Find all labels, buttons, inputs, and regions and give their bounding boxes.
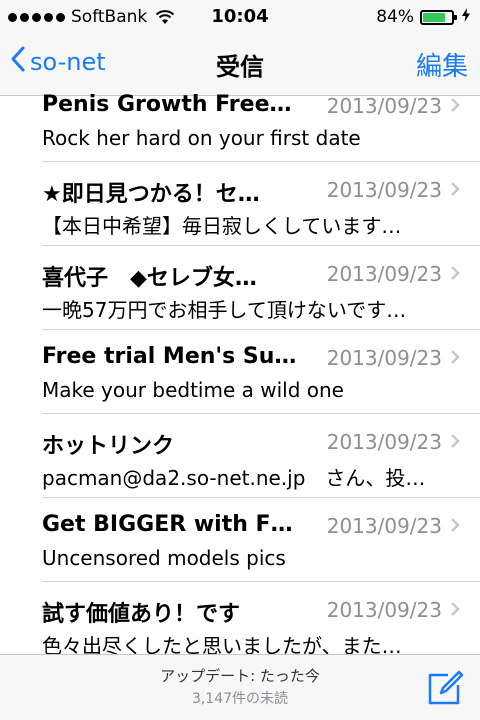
message-sender: Get BIGGER with F… <box>42 512 293 537</box>
battery-percent: 84% <box>376 7 414 27</box>
message-date: 2013/09/23 <box>326 598 442 622</box>
message-preview: 色々出尽くしたと思いましたが、また… <box>42 634 402 654</box>
unread-count: 3,147件の未読 <box>191 691 289 707</box>
chevron-right-icon <box>450 265 460 285</box>
message-date: 2013/09/23 <box>326 178 442 202</box>
message-row[interactable]: Get BIGGER with F… 2013/09/23 Uncensored… <box>42 498 480 582</box>
chevron-right-icon <box>450 97 460 117</box>
mail-inbox-screen: SoftBank 10:04 84% so-net 受信 編集 Penis Gr… <box>0 0 480 720</box>
message-date: 2013/09/23 <box>326 94 442 118</box>
battery-icon <box>420 9 457 25</box>
message-row[interactable]: ホットリンク 2013/09/23 pacman@da2.so-net.ne.j… <box>42 414 480 498</box>
chevron-right-icon <box>450 349 460 369</box>
update-status: アップデート: たった今 <box>160 667 320 685</box>
message-sender: Free trial Men's Su… <box>42 344 297 369</box>
message-row[interactable]: ★即日見つかる！セ… 2013/09/23 【本日中希望】毎日寂しくしています… <box>42 162 480 246</box>
message-row[interactable]: Free trial Men's Su… 2013/09/23 Make you… <box>42 330 480 414</box>
bottom-toolbar: アップデート: たった今 3,147件の未読 <box>0 654 480 720</box>
chevron-right-icon <box>450 601 460 621</box>
page-title: 受信 <box>216 53 264 81</box>
message-sender: ★即日見つかる！セ… <box>42 182 260 207</box>
message-date: 2013/09/23 <box>326 430 442 454</box>
chevron-right-icon <box>450 517 460 537</box>
message-row[interactable]: 試す価値あり！です 2013/09/23 色々出尽くしたと思いましたが、また… <box>42 582 480 654</box>
status-bar: SoftBank 10:04 84% <box>0 0 480 34</box>
message-preview: 【本日中希望】毎日寂しくしています… <box>42 214 402 238</box>
bolt-icon <box>462 8 470 26</box>
message-preview: pacman@da2.so-net.ne.jp さん、投… <box>42 466 426 490</box>
message-sender: 喜代子 ◆セレブ女… <box>42 266 257 291</box>
message-preview: 一晩57万円でお相手して頂けないです… <box>42 298 407 322</box>
message-sender: Penis Growth Free… <box>42 92 292 117</box>
message-row[interactable]: 喜代子 ◆セレブ女… 2013/09/23 一晩57万円でお相手して頂けないです… <box>42 246 480 330</box>
message-preview: Rock her hard on your first date <box>42 126 361 150</box>
compose-button[interactable] <box>426 669 464 707</box>
compose-icon <box>426 670 464 711</box>
battery-indicator: 84% <box>376 7 470 27</box>
message-preview: Make your bedtime a wild one <box>42 378 344 402</box>
message-date: 2013/09/23 <box>326 262 442 286</box>
message-list: Penis Growth Free… 2013/09/23 Rock her h… <box>0 78 480 654</box>
chevron-right-icon <box>450 181 460 201</box>
message-date: 2013/09/23 <box>326 514 442 538</box>
message-date: 2013/09/23 <box>326 346 442 370</box>
chevron-right-icon <box>450 433 460 453</box>
message-preview: Uncensored models pics <box>42 546 286 570</box>
message-row[interactable]: Penis Growth Free… 2013/09/23 Rock her h… <box>42 78 480 162</box>
message-sender: 試す価値あり！です <box>42 602 241 627</box>
message-sender: ホットリンク <box>42 434 175 459</box>
